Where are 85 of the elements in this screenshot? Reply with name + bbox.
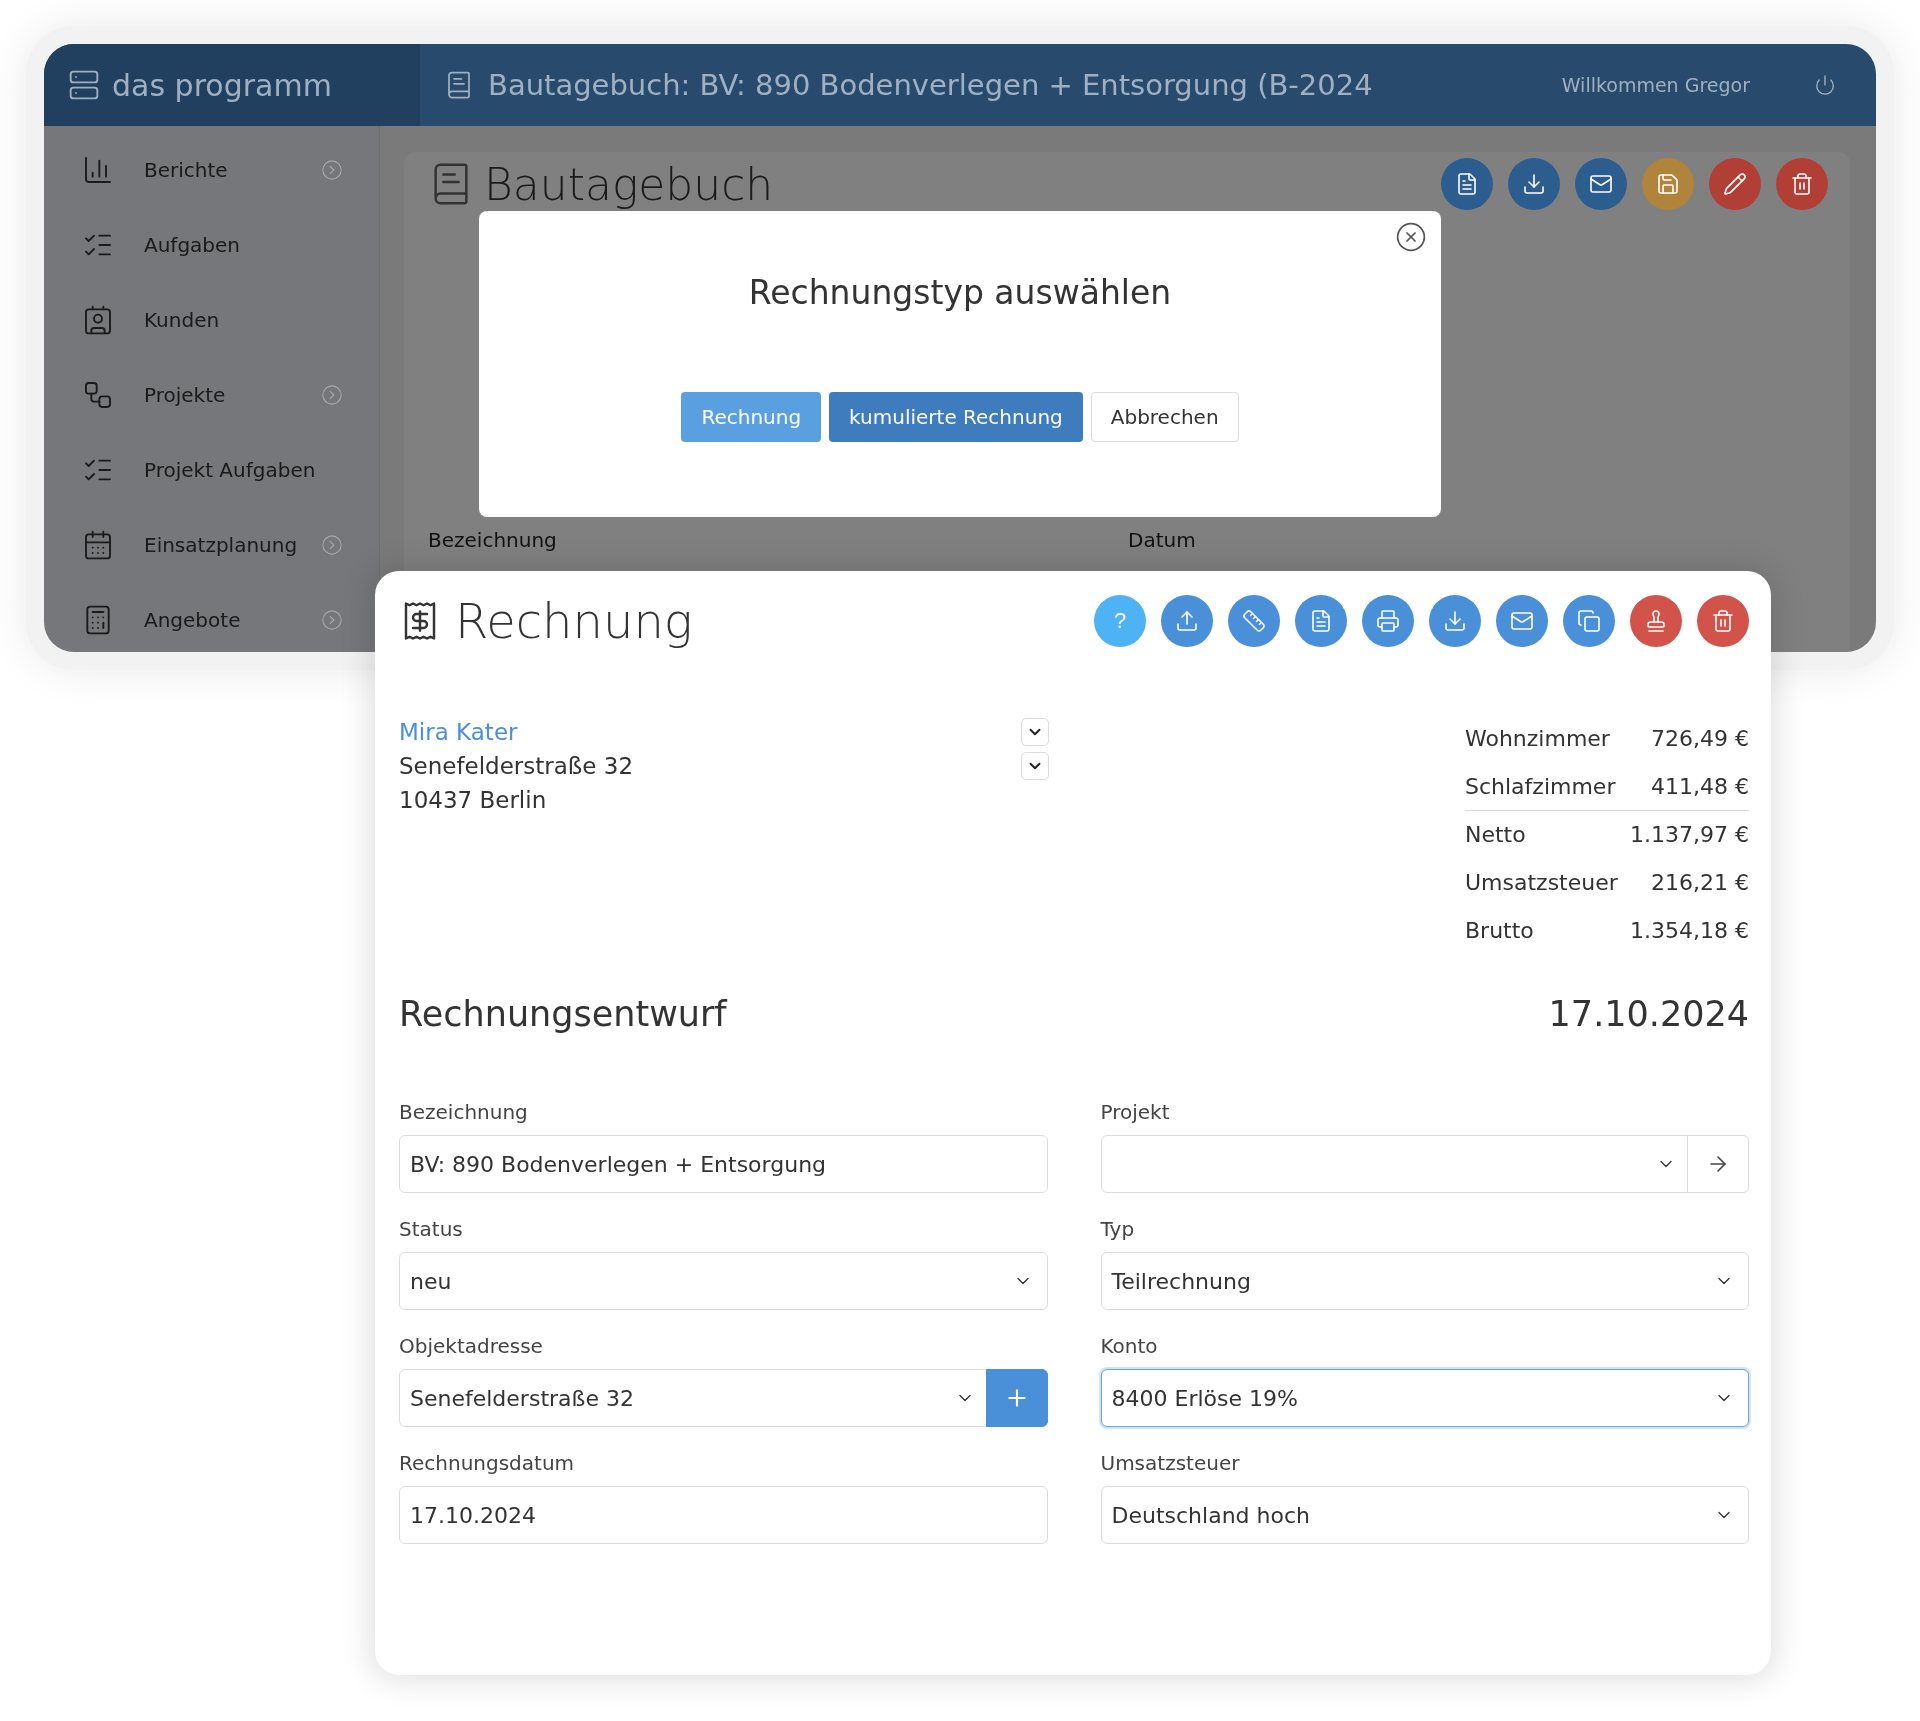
total-label: Schlafzimmer [1465, 774, 1616, 799]
field-label: Bezeichnung [399, 1099, 529, 1126]
field-label: Typ [1100, 1216, 1136, 1243]
upload-button[interactable] [1161, 595, 1213, 647]
server-icon [68, 69, 100, 101]
delete-button[interactable] [1697, 595, 1749, 647]
trash-icon [1711, 609, 1735, 633]
copy-button[interactable] [1563, 595, 1615, 647]
stamp-button[interactable] [1630, 595, 1682, 647]
address-line: Senefelderstraße 32 [399, 753, 635, 779]
calendar-icon [82, 528, 114, 561]
mail-icon [1589, 172, 1613, 196]
download-button[interactable] [1429, 595, 1481, 647]
close-icon [1395, 221, 1427, 253]
cancel-button[interactable]: Abbrechen [1090, 392, 1239, 442]
download-icon [1522, 172, 1546, 196]
delete-button[interactable] [1776, 158, 1828, 210]
welcome-text: Willkommen Gregor [1561, 74, 1750, 96]
contact-icon [82, 303, 114, 336]
print-button[interactable] [1362, 595, 1414, 647]
invoice-type-button[interactable]: kumulierte Rechnung [829, 392, 1083, 442]
card-title: Rechnung [455, 593, 694, 649]
sidebar-item[interactable]: Berichte [44, 132, 379, 207]
select-field[interactable]: Teilrechnung [1100, 1252, 1749, 1310]
brand-name: das programm [112, 67, 332, 103]
card-title: Bautagebuch [484, 158, 775, 210]
save-icon [1656, 172, 1680, 196]
save-button[interactable] [1642, 158, 1694, 210]
select-field[interactable]: neu [399, 1252, 1048, 1310]
field-label: Projekt [1100, 1099, 1171, 1126]
stamp-icon [1644, 609, 1668, 633]
ruler-icon [1242, 609, 1266, 633]
help-button[interactable]: ? [1094, 595, 1146, 647]
download-icon [1443, 609, 1467, 633]
sidebar-item[interactable]: Angebote [44, 582, 379, 652]
sidebar-item[interactable]: Einsatzplanung [44, 507, 379, 582]
pdf-button[interactable] [1295, 595, 1347, 647]
printer-icon [1376, 609, 1400, 633]
field-label: Konto [1100, 1333, 1159, 1360]
field-label: Objektadresse [399, 1333, 544, 1360]
address-line: 10437 Berlin [399, 787, 548, 813]
select-field[interactable]: Deutschland hoch [1100, 1486, 1749, 1544]
invoice-date: 17.10.2024 [1548, 994, 1749, 1034]
total-value: 726,49 € [1651, 726, 1749, 751]
sidebar-item[interactable]: Projekte [44, 357, 379, 432]
sidebar-item[interactable]: Projekt Aufgaben [44, 432, 379, 507]
field-label: Rechnungsdatum [399, 1450, 576, 1477]
total-label: Netto [1465, 822, 1526, 847]
total-label: Brutto [1465, 918, 1534, 943]
expand-button[interactable] [1021, 718, 1049, 746]
mail-icon [1510, 609, 1534, 633]
invoice-type-button[interactable]: Rechnung [681, 392, 822, 442]
sidebar-item[interactable]: Kunden [44, 282, 379, 357]
total-label: Wohnzimmer [1465, 726, 1610, 751]
copy-icon [1577, 609, 1601, 633]
dialog-title: Rechnungstyp auswählen [748, 273, 1172, 312]
customer-link[interactable]: Mira Kater [399, 719, 1021, 745]
input-field[interactable]: 17.10.2024 [399, 1486, 1048, 1544]
download-button[interactable] [1508, 158, 1560, 210]
input-field[interactable]: BV: 890 Bodenverlegen + Entsorgung [399, 1135, 1048, 1193]
edit-button[interactable] [1709, 158, 1761, 210]
upload-icon [1175, 609, 1199, 633]
field-label: Umsatzsteuer [1100, 1450, 1241, 1477]
sidebar-item[interactable]: Aufgaben [44, 207, 379, 282]
mail-button[interactable] [1575, 158, 1627, 210]
total-value: 411,48 € [1651, 774, 1749, 799]
add-button[interactable] [985, 1369, 1048, 1427]
page-title: Bautagebuch: BV: 890 Bodenverlegen + Entsorgung (B-2024 [488, 68, 1374, 102]
field-label: Status [399, 1216, 464, 1243]
mail-button[interactable] [1496, 595, 1548, 647]
select-field[interactable]: 8400 Erlöse 19% [1100, 1369, 1749, 1427]
total-label: Umsatzsteuer [1465, 870, 1618, 895]
pencil-icon [1723, 172, 1747, 196]
pdf-button[interactable] [1441, 158, 1493, 210]
expand-button[interactable] [1021, 752, 1049, 780]
trash-icon [1790, 172, 1814, 196]
close-button[interactable] [1395, 221, 1427, 253]
total-value: 1.137,97 € [1630, 822, 1749, 847]
power-icon[interactable] [1814, 74, 1836, 96]
column-label: Bezeichnung [428, 528, 558, 552]
total-value: 1.354,18 € [1630, 918, 1749, 943]
ruler-button[interactable] [1228, 595, 1280, 647]
total-value: 216,21 € [1651, 870, 1749, 895]
column-label: Datum [1128, 528, 1197, 552]
invoice-status: Rechnungsentwurf [399, 994, 727, 1034]
